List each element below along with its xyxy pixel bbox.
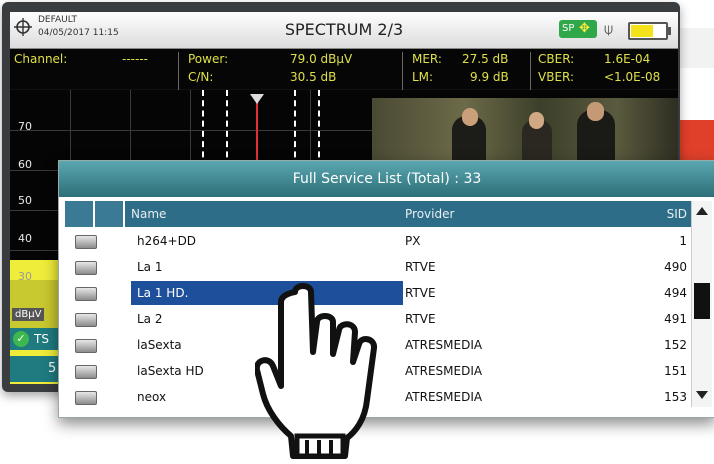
scroll-down-icon[interactable] xyxy=(696,391,708,399)
background-panel xyxy=(676,28,714,68)
mer-label: MER: xyxy=(412,52,442,66)
column-header-sid[interactable]: SID xyxy=(633,201,691,227)
column-header-icon xyxy=(65,201,93,227)
y-tick: 60 xyxy=(18,158,32,171)
divider xyxy=(402,52,403,90)
service-sid: 1 xyxy=(679,234,687,248)
cber-value: 1.6E-04 xyxy=(604,52,651,66)
service-provider: RTVE xyxy=(405,260,436,274)
service-icon xyxy=(75,313,97,327)
service-sid: 153 xyxy=(664,390,687,404)
service-sid: 491 xyxy=(664,312,687,326)
cber-label: CBER: xyxy=(538,52,575,66)
grid-line xyxy=(10,130,380,131)
sp-badge[interactable]: SP ✥ xyxy=(559,20,597,38)
y-tick: 70 xyxy=(18,120,32,133)
vber-value: <1.0E-08 xyxy=(604,70,661,84)
dialog-title: Full Service List (Total) : 33 xyxy=(59,161,714,197)
service-sid: 490 xyxy=(664,260,687,274)
y-tick: 40 xyxy=(18,232,32,245)
channel-value: ------ xyxy=(122,52,148,66)
vber-label: VBER: xyxy=(538,70,575,84)
cn-label: C/N: xyxy=(188,70,214,84)
scrollbar[interactable] xyxy=(691,201,712,407)
mer-value: 27.5 dB xyxy=(462,52,509,66)
sp-badge-label: SP xyxy=(562,23,575,34)
service-provider: PX xyxy=(405,234,421,248)
title-bar: DEFAULT 04/05/2017 11:15 SPECTRUM 2/3 SP… xyxy=(10,12,678,49)
service-name: La 1 xyxy=(137,260,163,274)
unit-label: dBμV xyxy=(12,308,45,321)
service-provider: ATRESMEDIA xyxy=(405,338,483,352)
service-icon xyxy=(75,287,97,301)
check-icon: ✓ xyxy=(13,331,29,347)
table-row[interactable]: h264+DD PX 1 xyxy=(65,229,687,253)
service-provider: RTVE xyxy=(405,286,436,300)
battery-icon xyxy=(628,22,671,40)
service-provider: RTVE xyxy=(405,312,436,326)
service-icon xyxy=(75,235,97,249)
service-sid: 151 xyxy=(664,364,687,378)
column-header-name[interactable]: Name xyxy=(125,201,403,227)
measurement-bar: Channel: ------ Power: 79.0 dBμV C/N: 30… xyxy=(10,49,678,89)
move-icon: ✥ xyxy=(579,21,590,36)
y-tick: 30 xyxy=(18,270,32,283)
divider xyxy=(530,52,531,90)
y-tick: 50 xyxy=(18,194,32,207)
scroll-up-icon[interactable] xyxy=(696,207,708,215)
ts-button-label: TS xyxy=(34,332,49,346)
table-row[interactable]: La 1 RTVE 490 xyxy=(65,255,687,279)
service-provider: ATRESMEDIA xyxy=(405,390,483,404)
service-icon xyxy=(75,261,97,275)
service-name: h264+DD xyxy=(137,234,197,248)
column-header-provider[interactable]: Provider xyxy=(399,201,635,227)
lm-value: 9.9 dB xyxy=(470,70,509,84)
background-accent xyxy=(676,120,714,164)
scrollbar-thumb[interactable] xyxy=(694,283,710,319)
power-label: Power: xyxy=(188,52,229,66)
bottom-button-label: 5 xyxy=(48,361,57,376)
channel-label: Channel: xyxy=(14,52,68,66)
service-icon xyxy=(75,365,97,379)
service-sid: 152 xyxy=(664,338,687,352)
divider xyxy=(178,52,179,90)
marker-triangle-icon[interactable] xyxy=(250,94,264,104)
power-value: 79.0 dBμV xyxy=(290,52,353,66)
touch-hand-icon xyxy=(255,283,377,459)
lm-label: LM: xyxy=(412,70,434,84)
service-icon xyxy=(75,391,97,405)
column-header-type xyxy=(95,201,123,227)
service-icon xyxy=(75,339,97,353)
antenna-icon: ⍦ xyxy=(604,20,614,38)
service-sid: 494 xyxy=(664,286,687,300)
cn-value: 30.5 dB xyxy=(290,70,337,84)
service-provider: ATRESMEDIA xyxy=(405,364,483,378)
